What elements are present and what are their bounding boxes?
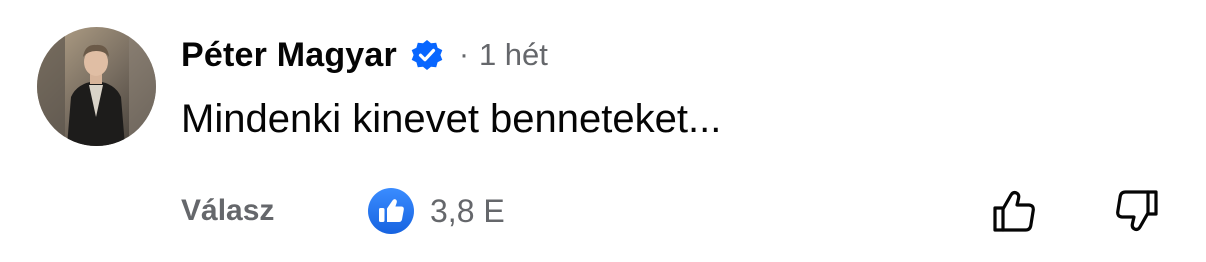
author-name[interactable]: Péter Magyar bbox=[181, 36, 397, 75]
comment: Péter Magyar · 1 hét Mindenki kinevet be… bbox=[0, 0, 1206, 262]
reaction-count: 3,8 E bbox=[430, 192, 505, 229]
avatar-image bbox=[37, 27, 156, 146]
comment-timestamp[interactable]: 1 hét bbox=[479, 37, 548, 73]
verified-badge-icon bbox=[409, 37, 445, 73]
downvote-button[interactable] bbox=[1111, 186, 1161, 236]
comment-header: Péter Magyar · 1 hét bbox=[181, 32, 548, 78]
thumbs-up-outline-icon bbox=[993, 190, 1035, 232]
thumbs-up-icon bbox=[368, 188, 414, 234]
header-separator: · bbox=[458, 38, 469, 71]
reply-button[interactable]: Válasz bbox=[181, 193, 274, 229]
reaction-summary[interactable]: 3,8 E bbox=[368, 188, 505, 234]
comment-body: Mindenki kinevet benneteket... bbox=[181, 97, 722, 141]
thumbs-down-outline-icon bbox=[1116, 190, 1158, 232]
upvote-button[interactable] bbox=[990, 186, 1040, 236]
author-avatar[interactable] bbox=[37, 27, 156, 146]
